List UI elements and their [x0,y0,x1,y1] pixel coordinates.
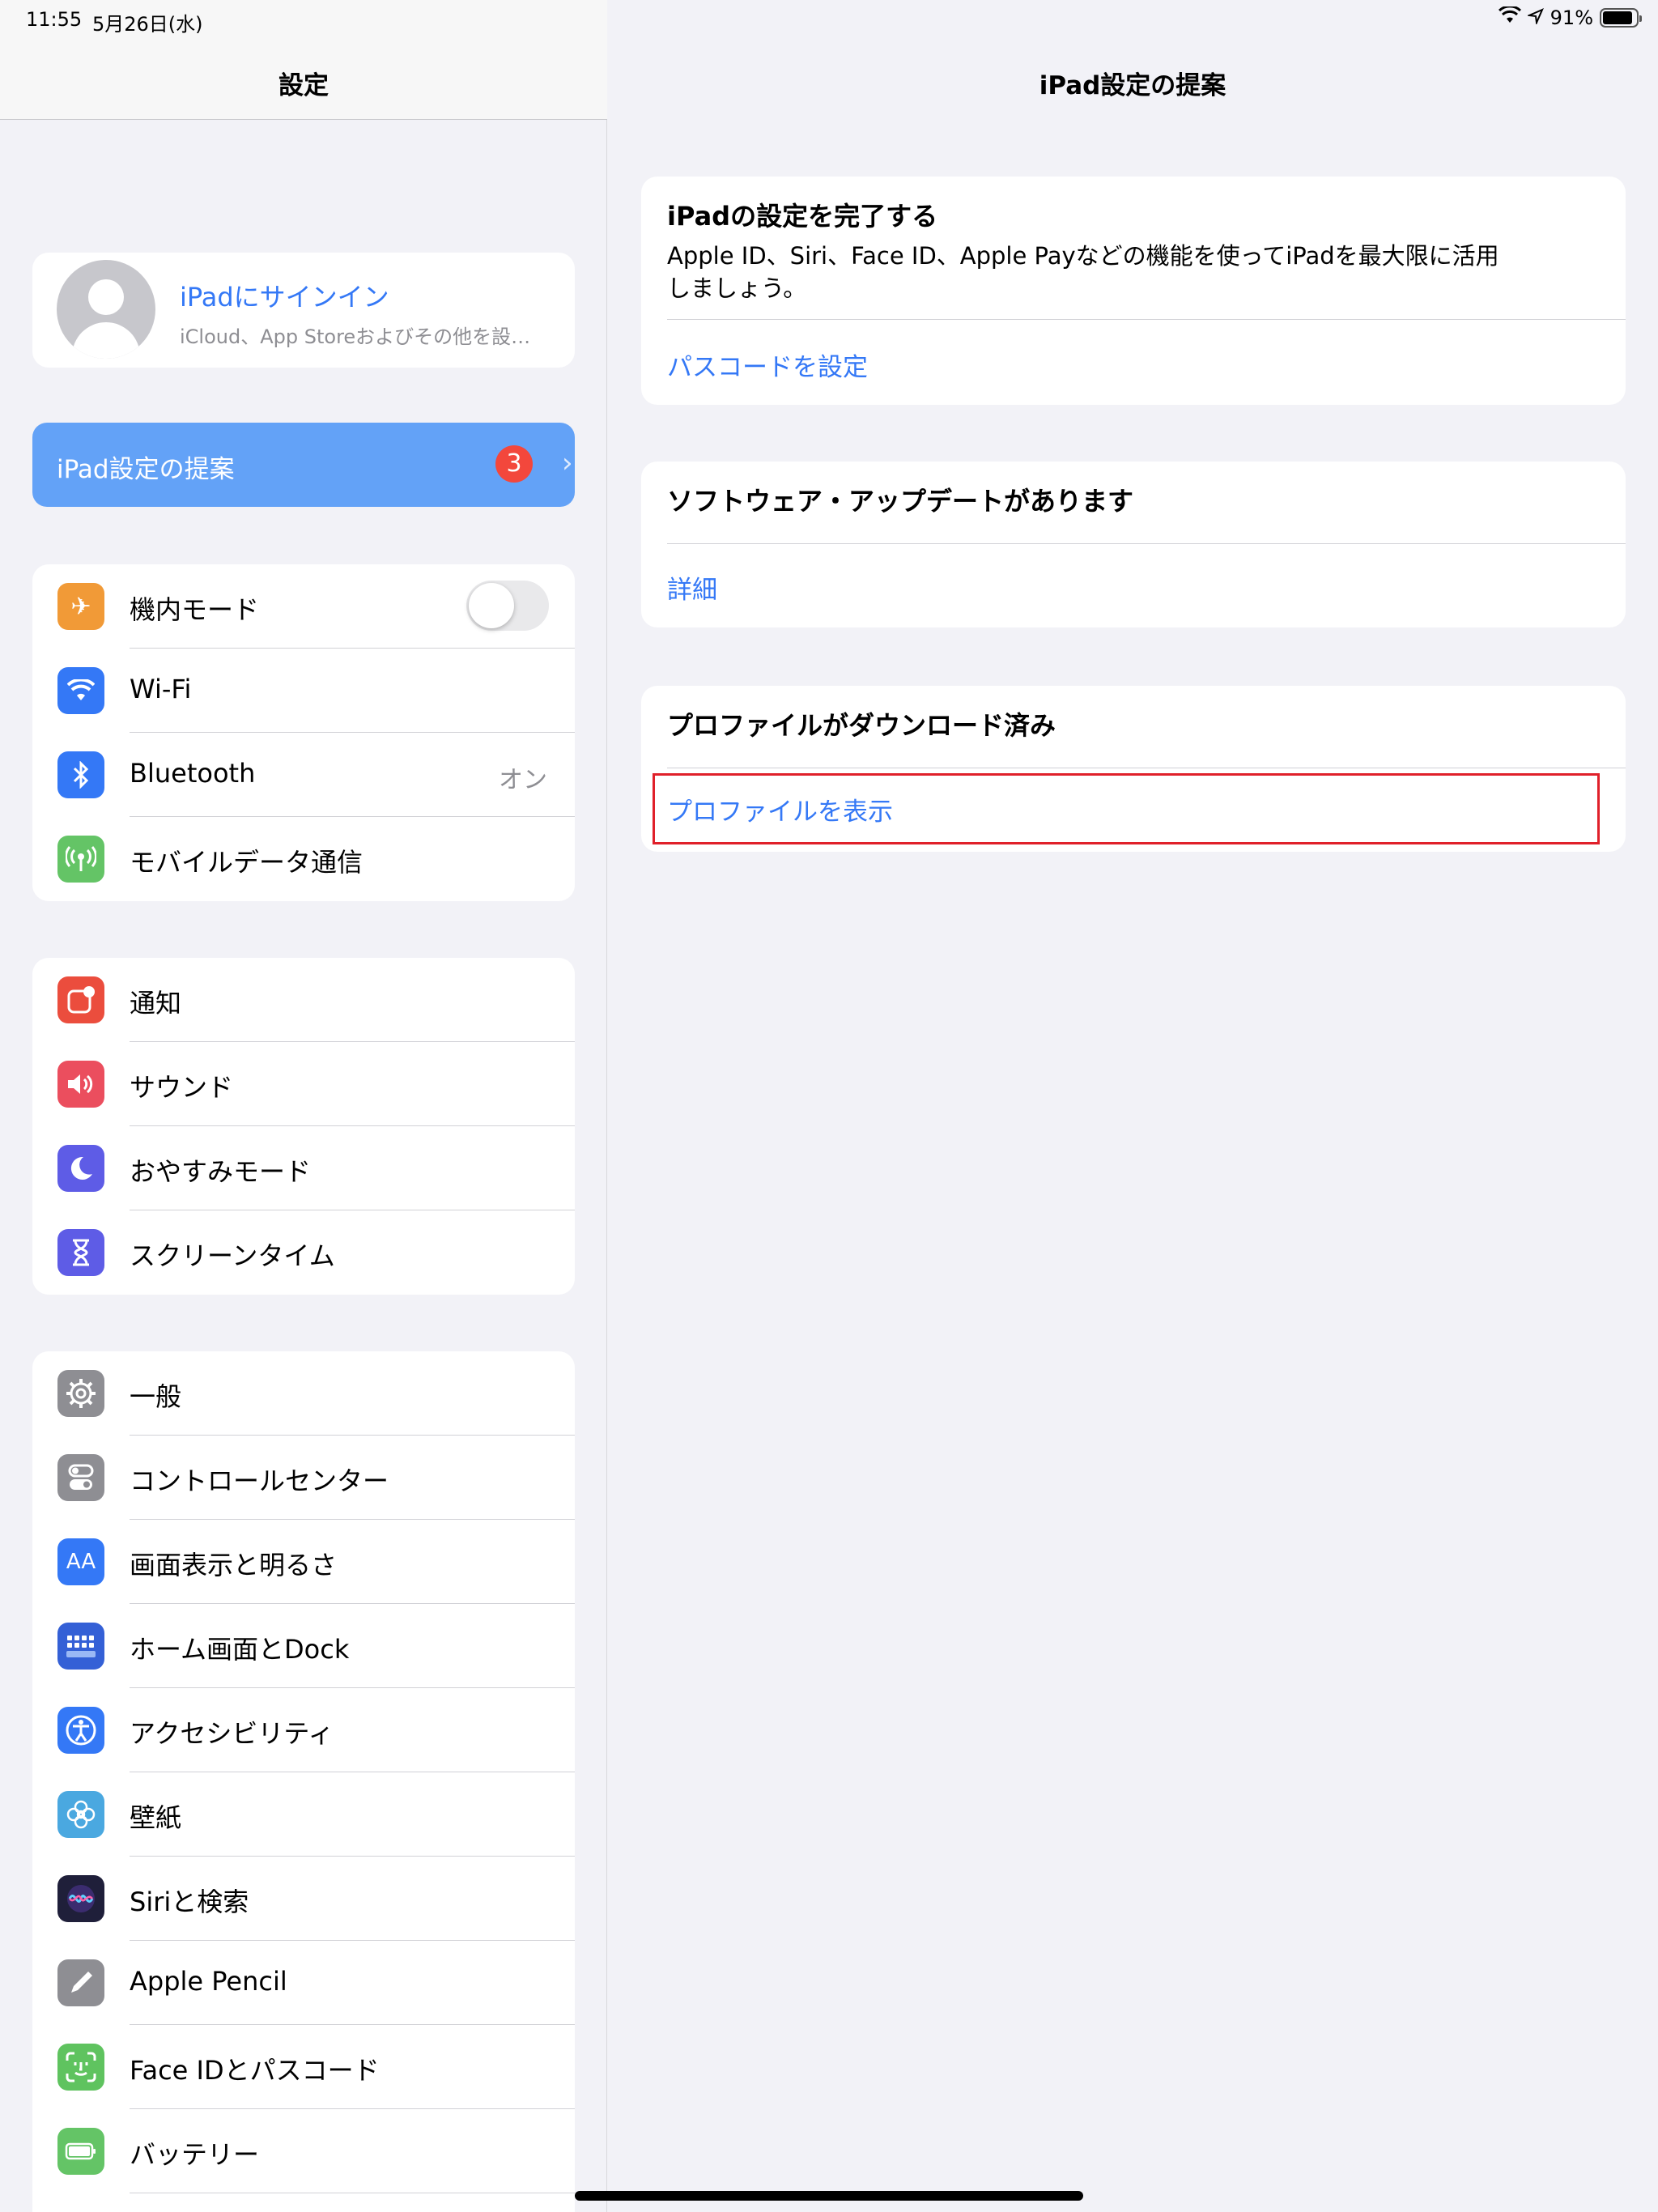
home-indicator[interactable] [575,2191,1083,2201]
sidebar-item-label: 通知 [130,988,182,1019]
antenna-icon [57,836,104,883]
set-passcode-link[interactable]: パスコードを設定 [667,347,868,383]
apple-id-signin-cell[interactable]: iPadにサインイン iCloud、App Storeおよびその他を設… [32,253,575,368]
bluetooth-icon [57,751,104,798]
sidebar-item-apple-pencil[interactable]: Apple Pencil [32,1941,575,2025]
signin-title: iPadにサインイン [180,282,389,313]
sidebar-item-control-center[interactable]: コントロールセンター [32,1436,575,1520]
sidebar-item-label: モバイルデータ通信 [130,847,363,878]
sidebar-item-label: 機内モード [130,594,260,625]
sidebar-item-label: コントロールセンター [130,1465,389,1496]
moon-icon [57,1145,104,1192]
sidebar-item-accessibility[interactable]: アクセシビリティ [32,1688,575,1772]
hourglass-icon [57,1229,104,1276]
notifications-group: 通知 サウンド おやすみモード スクリーンタイム [32,958,575,1295]
update-details-link[interactable]: 詳細 [667,569,717,606]
sidebar-item-label: 画面表示と明るさ [130,1550,338,1580]
sidebar-item-label: 壁紙 [130,1802,182,1833]
sidebar-title: 設定 [278,71,329,100]
sidebar-item-battery[interactable]: バッテリー [32,2109,575,2193]
chevron-right-icon: › [562,447,573,479]
airplane-icon: ✈ [57,583,104,630]
bluetooth-status-value: オン [499,766,547,794]
detail-page-title: iPad設定の提案 [1039,71,1226,100]
sidebar-item-label: Apple Pencil [130,1966,287,1997]
sidebar-item-bluetooth[interactable]: Bluetooth オン [32,733,575,817]
ipad-suggestions-label: iPad設定の提案 [57,455,235,484]
sidebar-item-wifi[interactable]: Wi-Fi [32,649,575,733]
sidebar-item-label: アクセシビリティ [130,1718,334,1749]
card-description: Apple ID、Siri、Face ID、Apple Payなどの機能を使って… [667,242,1499,302]
sidebar-item-display-brightness[interactable]: AA 画面表示と明るさ [32,1520,575,1604]
sidebar-item-airplane-mode[interactable]: ✈ 機内モード [32,564,575,649]
sidebar-item-label: サウンド [130,1072,234,1103]
sidebar-item-face-id-passcode[interactable]: Face IDとパスコード [32,2025,575,2109]
sidebar-item-siri-search[interactable]: Siriと検索 [32,1857,575,1941]
home-grid-icon [57,1623,104,1670]
sidebar-item-label: Siriと検索 [130,1887,249,1917]
notifications-icon [57,976,104,1023]
wifi-icon [57,667,104,714]
flower-icon [57,1791,104,1838]
sidebar-item-label: 一般 [130,1381,182,1412]
ipad-suggestions-cell[interactable]: iPad設定の提案 3 › [32,423,575,507]
sidebar-item-label: Face IDとパスコード [130,2055,380,2086]
sidebar-item-label: ホーム画面とDock [130,1634,350,1665]
general-group: 一般 コントロールセンター AA 画面表示と明るさ ホーム画面とDock アクセ… [32,1351,575,2212]
avatar [57,260,155,359]
software-update-card: ソフトウェア・アップデートがあります 詳細 [641,462,1626,627]
accessibility-icon [57,1707,104,1754]
sidebar-item-wallpaper[interactable]: 壁紙 [32,1772,575,1857]
status-indicators: 91% [1498,5,1642,29]
settings-sidebar: 設定 iPadにサインイン iCloud、App Storeおよびその他を設… … [0,0,607,2212]
airplane-mode-toggle[interactable] [466,581,549,631]
sidebar-item-label: おやすみモード [130,1156,312,1187]
battery-status-icon [1600,8,1642,28]
sidebar-item-cellular[interactable]: モバイルデータ通信 [32,817,575,901]
toggles-icon [57,1454,104,1501]
siri-icon [57,1875,104,1922]
highlight-box [653,773,1600,844]
status-bar: 11:55 5月26日(水) 91% [0,0,1658,39]
finish-setup-card: iPadの設定を完了する Apple ID、Siri、Face ID、Apple… [641,177,1626,405]
status-time: 11:55 [26,8,83,31]
signin-subtitle: iCloud、App Storeおよびその他を設… [180,325,531,348]
sidebar-item-general[interactable]: 一般 [32,1351,575,1436]
wifi-status-icon [1498,5,1521,29]
sidebar-item-home-screen-dock[interactable]: ホーム画面とDock [32,1604,575,1688]
connectivity-group: ✈ 機内モード Wi-Fi Bluetooth オン モバイルデータ通信 [32,564,575,901]
face-id-icon [57,2044,104,2091]
battery-icon [57,2128,104,2175]
suggestions-count-badge: 3 [495,445,533,483]
status-date: 5月26日(水) [92,13,203,36]
sidebar-item-label: バッテリー [130,2139,260,2170]
sidebar-item-sounds[interactable]: サウンド [32,1042,575,1126]
location-arrow-icon [1525,6,1544,29]
card-title: プロファイルがダウンロード済み [667,710,1056,741]
sidebar-item-do-not-disturb[interactable]: おやすみモード [32,1126,575,1210]
card-title: ソフトウェア・アップデートがあります [667,486,1134,517]
sidebar-item-label: Bluetooth [130,758,256,789]
text-size-icon: AA [57,1538,104,1585]
gear-icon [57,1370,104,1417]
sidebar-item-notifications[interactable]: 通知 [32,958,575,1042]
sidebar-item-label: Wi-Fi [130,674,192,704]
profile-downloaded-card: プロファイルがダウンロード済み プロファイルを表示 [641,686,1626,852]
battery-percent: 91% [1550,6,1593,29]
sidebar-item-screen-time[interactable]: スクリーンタイム [32,1210,575,1295]
pencil-icon [57,1959,104,2006]
sidebar-item-label: スクリーンタイム [130,1240,335,1271]
card-title: iPadの設定を完了する [667,201,938,232]
speaker-icon [57,1061,104,1108]
